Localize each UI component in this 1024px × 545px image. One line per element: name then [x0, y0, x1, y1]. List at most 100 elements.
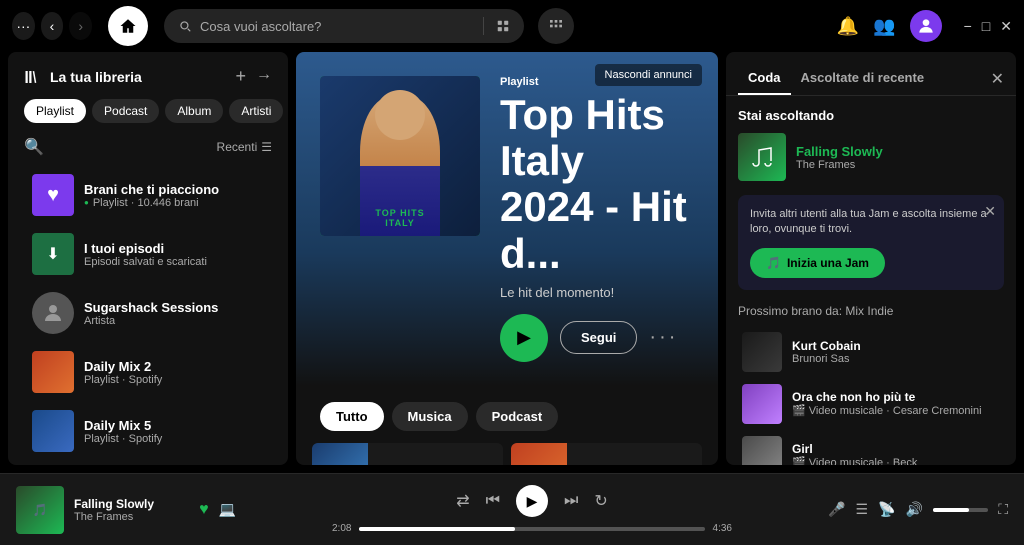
- sidebar-filters: Playlist Podcast Album Artisti: [8, 95, 288, 133]
- device-icon[interactable]: 💻: [219, 501, 236, 518]
- tab-tutto[interactable]: Tutto: [320, 402, 384, 431]
- queue-item-ora[interactable]: Ora che non ho più te 🎬 Video musicale ·…: [738, 378, 1004, 430]
- search-bar[interactable]: [164, 9, 524, 43]
- sidebar-info-episodi: I tuoi episodi Episodi salvati e scarica…: [84, 241, 264, 268]
- sidebar-info-dm5: Daily Mix 5 Playlist · Spotify: [84, 418, 264, 445]
- browse-icon: [496, 19, 510, 33]
- now-playing-card[interactable]: Falling Slowly The Frames: [738, 133, 1004, 181]
- sidebar-info-brani: Brani che ti piacciono ● Playlist · 10.4…: [84, 182, 264, 209]
- playlist-title-text: Top Hits Italy2024 - Hit d...: [500, 91, 687, 277]
- sidebar-header: La tua libreria + →: [8, 52, 288, 95]
- heart-button[interactable]: ♥: [199, 501, 209, 519]
- sidebar-search-row: 🔍 Recenti ☰: [8, 133, 288, 165]
- sidebar-info-sugarshack: Sugarshack Sessions Artista: [84, 300, 264, 327]
- notification-icon[interactable]: 🔔: [837, 16, 859, 37]
- playlist-cover: TOP HITSITALY: [320, 76, 480, 236]
- center-panel: TOP HITSITALY Playlist Top Hits Italy202…: [296, 52, 718, 465]
- device-picker[interactable]: 📡: [878, 501, 895, 518]
- expand-library-button[interactable]: →: [256, 66, 272, 87]
- forward-button[interactable]: ›: [69, 12, 92, 40]
- np-info: Falling Slowly The Frames: [796, 144, 1004, 171]
- friends-icon[interactable]: 👥: [873, 16, 895, 37]
- now-playing-left: 🎵 Falling Slowly The Frames ♥ 💻: [16, 486, 236, 534]
- sidebar: La tua libreria + → Playlist Podcast Alb…: [8, 52, 288, 465]
- home-button[interactable]: [108, 6, 148, 46]
- sidebar-list: ♥ Brani che ti piacciono ● Playlist · 10…: [8, 165, 288, 465]
- sidebar-item-dm4[interactable]: Daily Mix 4 Playlist · Spotify: [16, 461, 280, 465]
- play-button[interactable]: ▶: [500, 314, 548, 362]
- queue-sub-kc: Brunori Sas: [792, 353, 1000, 365]
- sidebar-sub-episodi: Episodi salvati e scaricati: [84, 256, 264, 268]
- grid-item-dm2[interactable]: Daily Mix 2: [511, 443, 702, 465]
- queue-button[interactable]: ☰: [855, 501, 868, 518]
- queue-sub-ora: 🎬 Video musicale · Cesare Cremonini: [792, 404, 1000, 417]
- add-library-button[interactable]: +: [235, 66, 246, 87]
- grid-name-rr: Release Radar: [378, 464, 461, 465]
- recenti-sort[interactable]: Recenti ☰: [217, 140, 272, 154]
- window-controls: − □ ✕: [964, 18, 1012, 35]
- filter-podcast[interactable]: Podcast: [92, 99, 159, 123]
- prev-button[interactable]: ⏮: [486, 492, 500, 510]
- progress-bar[interactable]: [359, 527, 704, 531]
- progress-row: 2:08 4:36: [332, 523, 732, 534]
- right-panel-close[interactable]: ✕: [991, 69, 1004, 89]
- sidebar-name-brani: Brani che ti piacciono: [84, 182, 264, 197]
- sidebar-info-dm2: Daily Mix 2 Playlist · Spotify: [84, 359, 264, 386]
- divider: [483, 17, 484, 35]
- hide-ads-button[interactable]: Nascondi annunci: [595, 64, 702, 86]
- sidebar-name-sugarshack: Sugarshack Sessions: [84, 300, 264, 315]
- shuffle-button[interactable]: ⇄: [456, 491, 469, 511]
- next-button[interactable]: ⏭: [564, 492, 578, 510]
- maximize-button[interactable]: □: [982, 18, 990, 34]
- queue-title-kc: Kurt Cobain: [792, 339, 1000, 353]
- playlist-title: Top Hits Italy2024 - Hit d...: [500, 92, 694, 277]
- fullscreen-button[interactable]: ⛶: [998, 501, 1008, 518]
- sidebar-item-episodi[interactable]: ⬇ I tuoi episodi Episodi salvati e scari…: [16, 225, 280, 283]
- play-pause-button[interactable]: ▶: [516, 485, 548, 517]
- np-song-name: Falling Slowly: [74, 497, 189, 511]
- jam-banner: ✕ Invita altri utenti alla tua Jam e asc…: [738, 195, 1004, 290]
- browse-button[interactable]: [538, 8, 574, 44]
- sidebar-item-dm5[interactable]: Daily Mix 5 Playlist · Spotify: [16, 402, 280, 460]
- topbar: ··· ‹ › 🔔 👥 − □: [0, 0, 1024, 52]
- lyrics-button[interactable]: 🎤: [828, 501, 845, 518]
- browse-grid-icon: [548, 18, 564, 34]
- queue-item-kc[interactable]: Kurt Cobain Brunori Sas: [738, 326, 1004, 378]
- tab-coda[interactable]: Coda: [738, 62, 791, 95]
- tab-recent[interactable]: Ascoltate di recente: [791, 62, 935, 95]
- tab-musica[interactable]: Musica: [392, 402, 468, 431]
- more-button[interactable]: ···: [649, 326, 678, 349]
- filter-playlist[interactable]: Playlist: [24, 99, 86, 123]
- video-icon: 🎬: [792, 404, 806, 417]
- back-button[interactable]: ‹: [41, 12, 64, 40]
- queue-item-girl[interactable]: Girl 🎬 Video musicale · Beck: [738, 430, 1004, 465]
- filter-album[interactable]: Album: [165, 99, 223, 123]
- np-cover-art: 🎵: [16, 486, 64, 534]
- dots-menu-button[interactable]: ···: [12, 12, 35, 40]
- cover-label: TOP HITSITALY: [320, 208, 480, 228]
- sort-icon: ☰: [261, 140, 272, 154]
- sidebar-item-dm2[interactable]: Daily Mix 2 Playlist · Spotify: [16, 343, 280, 401]
- right-content: Stai ascoltando Falling Slowly The Frame…: [726, 96, 1016, 465]
- queue-sub-girl: 🎬 Video musicale · Beck: [792, 456, 1000, 465]
- sidebar-item-sugarshack[interactable]: Sugarshack Sessions Artista: [16, 284, 280, 342]
- minimize-button[interactable]: −: [964, 18, 972, 34]
- repeat-button[interactable]: ↻: [594, 491, 607, 511]
- queue-title-girl: Girl: [792, 442, 1000, 456]
- sidebar-thumb-dm5: [32, 410, 74, 452]
- sidebar-item-brani[interactable]: ♥ Brani che ti piacciono ● Playlist · 10…: [16, 166, 280, 224]
- avatar[interactable]: [910, 10, 942, 42]
- tab-podcast[interactable]: Podcast: [476, 402, 559, 431]
- search-icon: [178, 19, 192, 33]
- jam-close-button[interactable]: ✕: [984, 203, 996, 220]
- filter-artisti[interactable]: Artisti: [229, 99, 283, 123]
- grid-item-rr[interactable]: Release Radar: [312, 443, 503, 465]
- volume-icon[interactable]: 🔊: [905, 501, 922, 518]
- close-button[interactable]: ✕: [1000, 18, 1012, 35]
- follow-button[interactable]: Segui: [560, 321, 637, 354]
- sidebar-search-icon[interactable]: 🔍: [24, 137, 44, 157]
- jam-start-button[interactable]: 🎵 Inizia una Jam: [750, 248, 885, 278]
- volume-bar[interactable]: [933, 508, 988, 512]
- search-input[interactable]: [200, 19, 471, 34]
- sidebar-title: La tua libreria: [24, 68, 142, 86]
